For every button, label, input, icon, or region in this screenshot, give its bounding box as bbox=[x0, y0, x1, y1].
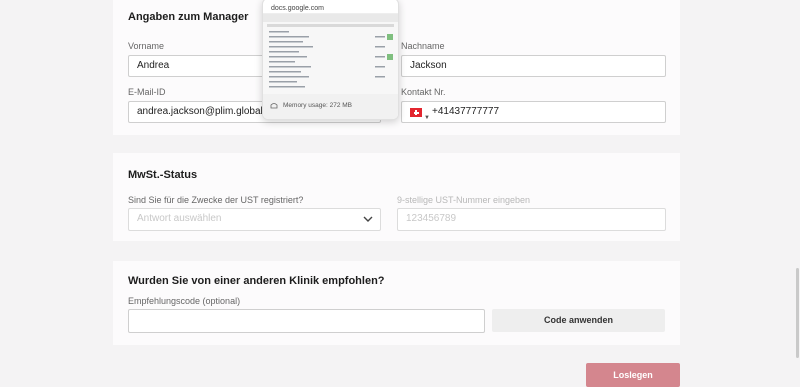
referral-section-title: Wurden Sie von einer anderen Klinik empf… bbox=[128, 275, 385, 287]
memory-usage-text: Memory usage: 272 MB bbox=[283, 102, 353, 109]
vat-answer-placeholder: Antwort auswählen bbox=[137, 213, 222, 224]
phone-label: Kontakt Nr. bbox=[401, 87, 446, 97]
swiss-flag-icon[interactable] bbox=[410, 108, 422, 117]
email-label: E-Mail-ID bbox=[128, 87, 166, 97]
country-caret-icon[interactable]: ▼ bbox=[424, 108, 430, 122]
vat-question-label: Sind Sie für die Zwecke der UST registri… bbox=[128, 195, 304, 205]
apply-code-button[interactable]: Code anwenden bbox=[492, 309, 665, 332]
tab-hover-preview: docs.google.com Memory usage: 272 MB bbox=[262, 0, 399, 120]
last-name-label: Nachname bbox=[401, 41, 445, 51]
start-button[interactable]: Loslegen bbox=[586, 363, 680, 387]
first-name-label: Vorname bbox=[128, 41, 165, 51]
vat-number-field[interactable]: 123456789 bbox=[397, 208, 666, 231]
memory-icon bbox=[270, 103, 278, 109]
vat-card: MwSt.-Status Sind Sie für die Zwecke der… bbox=[113, 153, 680, 241]
tab-preview-domain: docs.google.com bbox=[271, 5, 324, 12]
phone-value: +41437777777 bbox=[432, 106, 500, 117]
referral-code-label: Empfehlungscode (optional) bbox=[128, 296, 241, 306]
page-scrollbar[interactable] bbox=[796, 268, 799, 358]
tab-preview-footer: Memory usage: 272 MB bbox=[263, 94, 398, 119]
spreadsheet-thumbnail-icon bbox=[263, 14, 398, 88]
manager-section-title: Angaben zum Manager bbox=[128, 11, 249, 23]
phone-field[interactable]: ▼ +41437777777 bbox=[401, 101, 666, 123]
vat-answer-select[interactable]: Antwort auswählen bbox=[128, 208, 381, 231]
last-name-field[interactable]: Jackson bbox=[401, 55, 666, 77]
referral-code-field[interactable] bbox=[128, 309, 485, 333]
vat-number-label: 9-stellige UST-Nummer eingeben bbox=[397, 195, 531, 205]
tab-preview-thumbnail bbox=[263, 13, 398, 95]
vat-section-title: MwSt.-Status bbox=[128, 169, 198, 181]
chevron-down-icon bbox=[363, 216, 373, 222]
referral-card: Wurden Sie von einer anderen Klinik empf… bbox=[113, 261, 680, 345]
